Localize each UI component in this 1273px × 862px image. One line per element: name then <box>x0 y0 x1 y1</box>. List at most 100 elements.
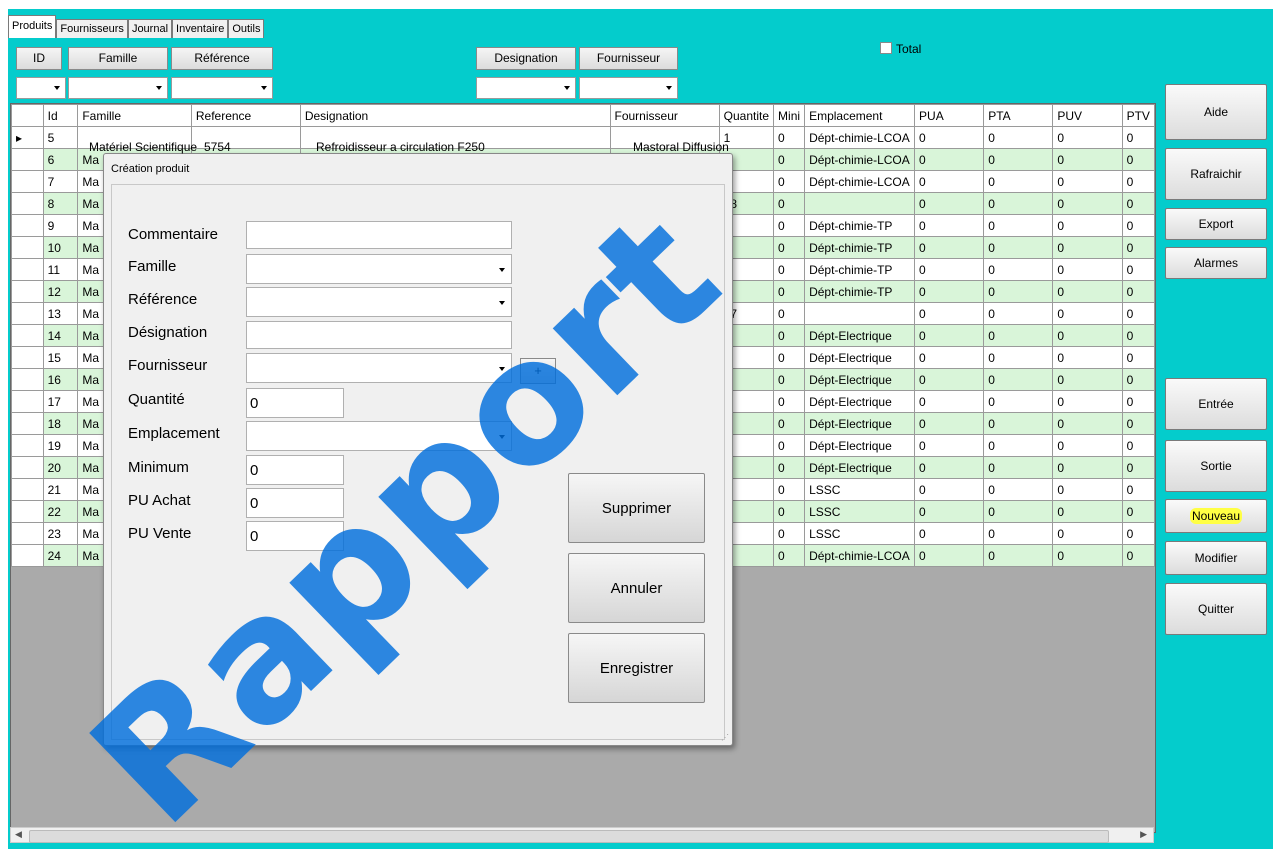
table-cell[interactable]: 0 <box>1052 324 1123 347</box>
column-header[interactable]: Id <box>42 104 79 127</box>
quantite-field[interactable]: 0 <box>246 388 344 418</box>
table-cell[interactable]: 0 <box>914 258 985 281</box>
rafraichir-button[interactable]: Rafraichir <box>1165 148 1267 200</box>
minimum-field[interactable]: 0 <box>246 455 344 485</box>
table-cell[interactable]: 0 <box>1052 368 1123 391</box>
tab-journal[interactable]: Journal <box>127 19 173 38</box>
table-cell[interactable]: 0 <box>983 324 1054 347</box>
table-cell[interactable]: Dépt-Electrique <box>804 412 916 435</box>
table-cell[interactable]: 0 <box>914 434 985 457</box>
table-cell[interactable]: 0 <box>773 324 806 347</box>
table-cell[interactable]: Dépt-Electrique <box>804 456 916 479</box>
table-cell[interactable]: 0 <box>773 170 806 193</box>
table-cell[interactable]: 0 <box>1052 280 1123 303</box>
table-cell[interactable]: 0 <box>983 478 1054 501</box>
table-cell[interactable]: 0 <box>914 346 985 369</box>
table-cell[interactable] <box>804 302 916 325</box>
row-selector-icon[interactable] <box>11 390 44 413</box>
column-header[interactable]: Emplacement <box>804 104 916 127</box>
table-cell[interactable]: 0 <box>1052 500 1123 523</box>
column-header[interactable]: PTA <box>983 104 1054 127</box>
table-cell[interactable]: 0 <box>1121 412 1155 435</box>
row-selector-icon[interactable] <box>11 456 44 479</box>
row-selector-icon[interactable] <box>11 500 44 523</box>
row-selector-icon[interactable] <box>11 214 44 237</box>
table-cell[interactable] <box>804 192 916 215</box>
table-cell[interactable]: 0 <box>983 280 1054 303</box>
column-header[interactable]: PUA <box>914 104 985 127</box>
table-cell[interactable]: 0 <box>1121 434 1155 457</box>
table-cell[interactable]: 0 <box>914 214 985 237</box>
pu-vente-field[interactable]: 0 <box>246 521 344 551</box>
table-cell[interactable]: LSSC <box>804 500 916 523</box>
table-cell[interactable]: 0 <box>1121 390 1155 413</box>
table-cell[interactable]: 0 <box>773 456 806 479</box>
row-selector-icon[interactable]: ▸ <box>11 126 44 149</box>
table-cell[interactable]: 0 <box>1052 478 1123 501</box>
table-cell[interactable]: 0 <box>1052 126 1123 149</box>
enregistrer-button[interactable]: Enregistrer <box>568 633 705 703</box>
table-cell[interactable]: 0 <box>1121 148 1155 171</box>
table-cell[interactable]: 0 <box>1052 412 1123 435</box>
table-cell[interactable]: Dépt-Electrique <box>804 346 916 369</box>
table-cell[interactable]: 0 <box>983 126 1054 149</box>
table-cell[interactable]: 7 <box>42 170 79 193</box>
table-cell[interactable]: Dépt-chimie-TP <box>804 258 916 281</box>
table-cell[interactable]: 0 <box>914 368 985 391</box>
table-cell[interactable]: 0 <box>1121 170 1155 193</box>
aide-button[interactable]: Aide <box>1165 84 1267 140</box>
horizontal-scrollbar[interactable]: ◀ ▶ <box>10 827 1154 843</box>
resize-grip-icon[interactable]: ⋰ <box>721 733 729 742</box>
scrollbar-thumb[interactable] <box>29 830 1109 843</box>
table-cell[interactable]: 0 <box>1121 126 1155 149</box>
table-cell[interactable]: 0 <box>983 236 1054 259</box>
tab-outils[interactable]: Outils <box>228 19 265 38</box>
column-header[interactable]: Famille <box>77 104 192 127</box>
table-cell[interactable]: 0 <box>1121 346 1155 369</box>
table-cell[interactable]: LSSC <box>804 478 916 501</box>
filter-id-combo[interactable] <box>16 77 66 99</box>
table-cell[interactable]: 0 <box>1052 302 1123 325</box>
row-selector-icon[interactable] <box>11 236 44 259</box>
table-cell[interactable]: 0 <box>773 500 806 523</box>
table-cell[interactable]: Dépt-chimie-TP <box>804 280 916 303</box>
table-cell[interactable]: Dépt-Electrique <box>804 390 916 413</box>
column-header[interactable]: Fournisseur <box>609 104 720 127</box>
supprimer-button[interactable]: Supprimer <box>568 473 705 543</box>
table-cell[interactable]: 14 <box>42 324 79 347</box>
table-cell[interactable]: 16 <box>42 368 79 391</box>
table-cell[interactable]: 0 <box>773 302 806 325</box>
export-button[interactable]: Export <box>1165 208 1267 240</box>
table-cell[interactable]: 13 <box>42 302 79 325</box>
table-cell[interactable]: 0 <box>1121 280 1155 303</box>
emplacement-combo[interactable] <box>246 421 512 451</box>
row-selector-icon[interactable] <box>11 434 44 457</box>
table-cell[interactable]: 0 <box>914 170 985 193</box>
table-cell[interactable]: 0 <box>914 500 985 523</box>
entree-button[interactable]: Entrée <box>1165 378 1267 430</box>
table-cell[interactable]: 0 <box>914 302 985 325</box>
table-cell[interactable]: 0 <box>914 192 985 215</box>
tab-inventaire[interactable]: Inventaire <box>172 19 229 38</box>
table-cell[interactable]: 0 <box>1121 368 1155 391</box>
table-cell[interactable]: 18 <box>42 412 79 435</box>
table-cell[interactable]: 15 <box>42 346 79 369</box>
filter-reference-button[interactable]: Référence <box>171 47 273 70</box>
table-cell[interactable]: 0 <box>1121 258 1155 281</box>
row-selector-icon[interactable] <box>11 170 44 193</box>
table-cell[interactable]: 0 <box>983 544 1054 567</box>
table-cell[interactable]: 0 <box>983 522 1054 545</box>
table-cell[interactable]: 0 <box>914 544 985 567</box>
table-cell[interactable]: 0 <box>773 390 806 413</box>
table-cell[interactable]: 0 <box>983 456 1054 479</box>
filter-designation-button[interactable]: Designation <box>476 47 576 70</box>
commentaire-field[interactable] <box>246 221 512 249</box>
table-cell[interactable]: 0 <box>1052 390 1123 413</box>
table-cell[interactable]: 0 <box>983 170 1054 193</box>
table-cell[interactable]: 0 <box>773 236 806 259</box>
table-cell[interactable]: 0 <box>1052 456 1123 479</box>
table-cell[interactable]: 0 <box>983 390 1054 413</box>
tab-produits[interactable]: Produits <box>8 15 57 38</box>
table-cell[interactable]: 0 <box>1121 456 1155 479</box>
row-selector-icon[interactable] <box>11 478 44 501</box>
